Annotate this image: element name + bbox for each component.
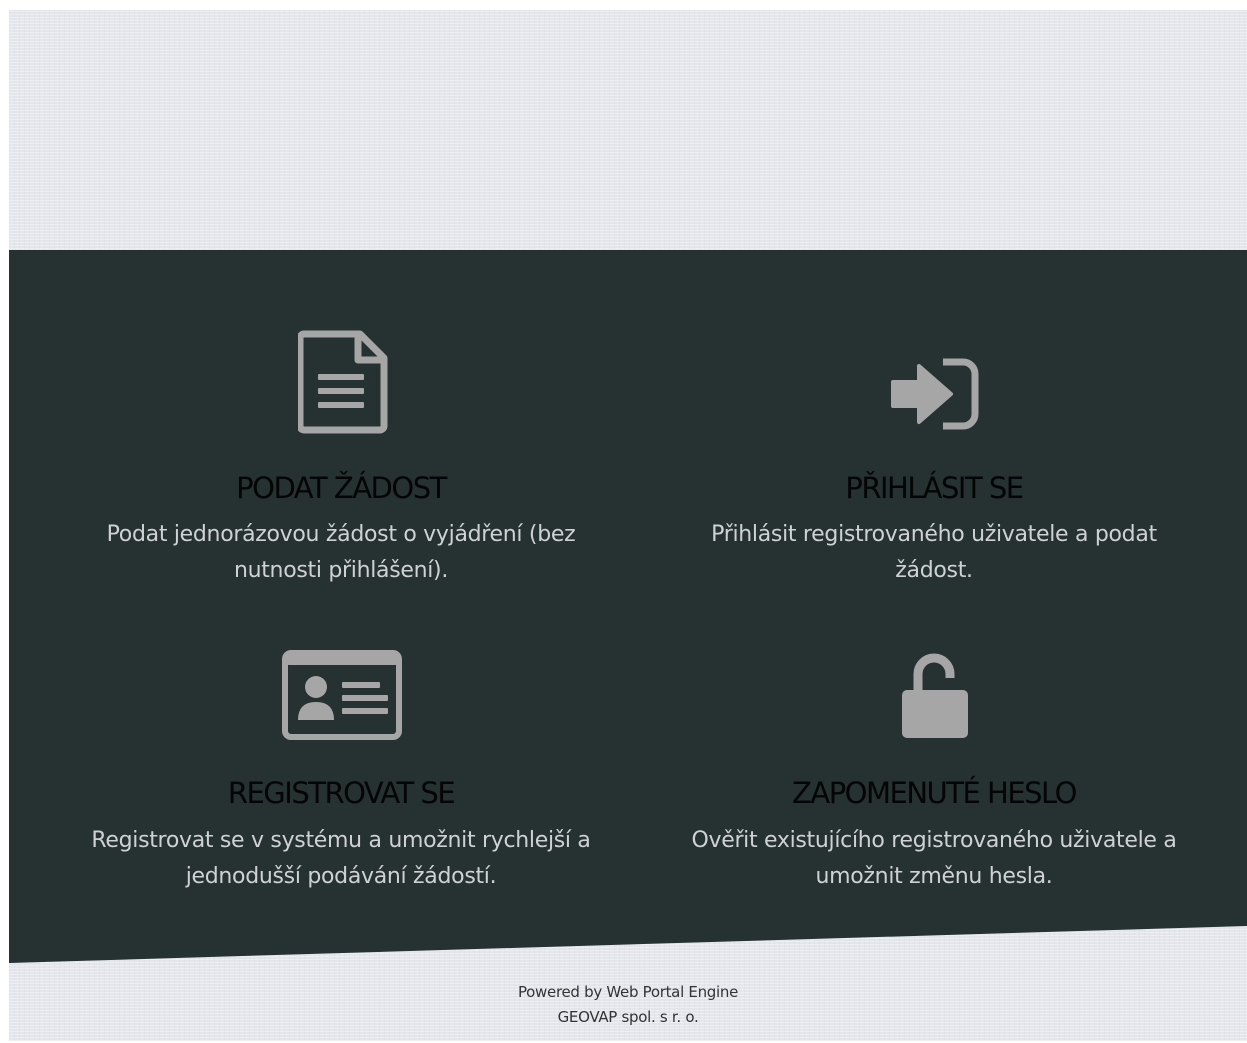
card-description-line: Přihlásit registrovaného uživatele a pod… [711, 522, 1157, 547]
card-title[interactable]: REGISTROVAT SE [41, 776, 641, 810]
card-description: Přihlásit registrovaného uživatele a pod… [634, 517, 1234, 589]
card-description-line: Registrovat se v systému a umožnit rychl… [91, 828, 591, 853]
register-card[interactable]: REGISTROVAT SE Registrovat se v systému … [41, 650, 641, 930]
submit-request-card[interactable]: PODAT ŽÁDOST Podat jednorázovou žádost o… [41, 330, 641, 610]
id-card-icon [282, 650, 402, 740]
document-icon [298, 330, 388, 434]
card-description: Podat jednorázovou žádost o vyjádření (b… [41, 517, 641, 589]
card-description-line: žádost. [895, 558, 973, 583]
company-name: GEOVAP spol. s r. o. [557, 1008, 699, 1026]
forgot-password-card[interactable]: ZAPOMENUTÉ HESLO Ověřit existujícího reg… [634, 650, 1234, 930]
card-description-line: umožnit změnu hesla. [815, 864, 1053, 889]
card-description-line: nutnosti přihlášení). [233, 558, 449, 583]
card-description-line: Podat jednorázovou žádost o vyjádření (b… [106, 522, 576, 547]
page: PODAT ŽÁDOST Podat jednorázovou žádost o… [9, 10, 1247, 1041]
powered-by-text: Powered by Web Portal Engine [517, 983, 739, 1001]
sign-in-icon [891, 358, 979, 430]
card-description-line: Ověřit existujícího registrovaného uživa… [691, 828, 1177, 853]
footer: Powered by Web Portal Engine GEOVAP spol… [9, 980, 1247, 1030]
actions-panel: PODAT ŽÁDOST Podat jednorázovou žádost o… [9, 250, 1247, 963]
card-title[interactable]: PŘIHLÁSIT SE [634, 471, 1234, 505]
card-description: Ověřit existujícího registrovaného uživa… [634, 823, 1234, 895]
card-title[interactable]: ZAPOMENUTÉ HESLO [634, 776, 1234, 810]
card-description: Registrovat se v systému a umožnit rychl… [41, 823, 641, 895]
card-title[interactable]: PODAT ŽÁDOST [41, 471, 641, 505]
unlock-icon [902, 653, 968, 738]
sign-in-card[interactable]: PŘIHLÁSIT SE Přihlásit registrovaného už… [634, 330, 1234, 610]
card-description-line: jednodušší podávání žádostí. [185, 864, 497, 889]
